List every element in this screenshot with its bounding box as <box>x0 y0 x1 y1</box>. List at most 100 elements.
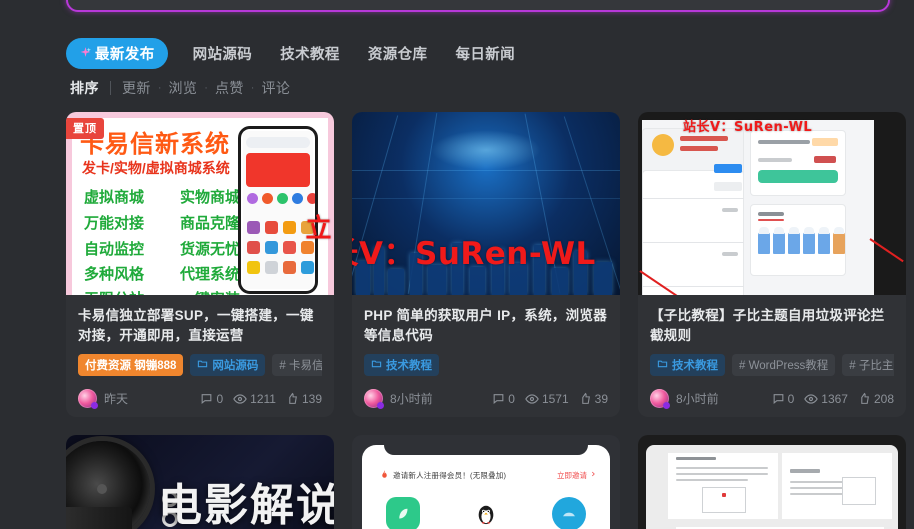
post-card[interactable]: 电影解说 Ren-WL <box>66 435 334 529</box>
sort-dot: · <box>250 82 255 94</box>
tag-category[interactable]: 网站源码 <box>190 354 266 376</box>
author-info[interactable]: 8小时前 <box>650 389 719 409</box>
sort-option-comments[interactable]: 评论 <box>261 78 290 98</box>
post-thumbnail[interactable]: 邀请新人注册得会员！(无限叠加) 立即邀请 <box>352 435 620 529</box>
category-tabs: 最新发布 网站源码 技术教程 资源仓库 每日新闻 <box>66 38 529 69</box>
sort-option-views[interactable]: 浏览 <box>168 78 197 98</box>
thumb-feature: 代理系统 <box>180 266 241 283</box>
tab-source-code[interactable]: 网站源码 <box>179 38 267 69</box>
post-time: 8小时前 <box>390 392 433 406</box>
invite-cta-label: 立即邀请 <box>557 470 587 480</box>
post-title[interactable]: 卡易信独立部署SUP，一键搭建，一键对接，开通即用，直接运营 <box>78 306 322 345</box>
tag-category[interactable]: 技术教程 <box>650 354 725 376</box>
thumb-artwork <box>646 445 898 529</box>
post-time: 8小时前 <box>676 392 719 406</box>
post-card[interactable]: 站长V：SuRen-WL PHP 简单的获取用户 IP，系统，浏览器等信息代码 … <box>352 112 620 417</box>
tag-list: 付费资源 钢镚888 网站源码 # 卡易信S <box>78 354 322 376</box>
tab-latest[interactable]: 最新发布 <box>66 38 168 69</box>
post-card[interactable]: 站长V：SuRen-WL 【子比教程】子比主题自用垃圾评论拦截规则 技术教程 #… <box>638 112 906 417</box>
thumb-feature: 货源无忧 <box>180 241 241 258</box>
thumb-feature: 万能对接 <box>84 215 145 232</box>
page-root: 最新发布 网站源码 技术教程 资源仓库 每日新闻 排序 更新 · 浏览 · 点赞… <box>0 0 914 529</box>
thumbs-up-icon <box>858 392 871 405</box>
like-count-value: 208 <box>873 391 894 406</box>
app-shortcut-list: 客服QQ <box>362 497 610 529</box>
post-body: 卡易信独立部署SUP，一键搭建，一键对接，开通即用，直接运营 付费资源 钢镚88… <box>66 295 334 417</box>
comment-count: 0 <box>772 391 795 406</box>
tab-resource-warehouse[interactable]: 资源仓库 <box>354 38 442 69</box>
post-thumbnail[interactable] <box>638 435 906 529</box>
view-count: 1211 <box>233 392 276 406</box>
avatar <box>650 389 670 409</box>
post-card[interactable]: 邀请新人注册得会员！(无限叠加) 立即邀请 <box>352 435 620 529</box>
avatar <box>78 389 98 409</box>
post-stats: 0 1211 139 <box>200 392 322 406</box>
post-card[interactable] <box>638 435 906 529</box>
comment-count-value: 0 <box>787 391 795 406</box>
author-info[interactable]: 昨天 <box>78 389 128 409</box>
post-thumbnail[interactable]: 电影解说 Ren-WL <box>66 435 334 529</box>
tab-daily-news[interactable]: 每日新闻 <box>441 38 529 69</box>
post-stats: 0 1367 208 <box>772 392 894 406</box>
invite-banner: 邀请新人注册得会员！(无限叠加) 立即邀请 <box>380 469 596 481</box>
tag-list: 技术教程 <box>364 354 608 376</box>
app-shortcut-group[interactable]: 吃瓜群 <box>453 497 519 529</box>
like-count[interactable]: 139 <box>286 392 322 406</box>
invite-text-group: 邀请新人注册得会员！(无限叠加) <box>380 469 506 481</box>
post-title[interactable]: 【子比教程】子比主题自用垃圾评论拦截规则 <box>650 306 894 345</box>
post-card[interactable]: 卡易信新系统 发卡/实物/虚拟商城系统 虚拟商城 实物商城 万能对接 商品克隆 … <box>66 112 334 417</box>
tag-hash[interactable]: # 卡易信S <box>272 354 322 376</box>
tag-category[interactable]: 技术教程 <box>364 354 439 376</box>
post-title[interactable]: PHP 简单的获取用户 IP，系统，浏览器等信息代码 <box>364 306 608 345</box>
chevron-right-icon <box>590 470 596 480</box>
tag-list: 技术教程 # WordPress教程 # 子比主题 <box>650 354 894 376</box>
tab-tech-tutorial[interactable]: 技术教程 <box>266 38 354 69</box>
author-info[interactable]: 8小时前 <box>364 389 433 409</box>
post-stats: 0 1571 39 <box>492 392 608 406</box>
sort-option-likes[interactable]: 点赞 <box>215 78 244 98</box>
tag-paid[interactable]: 付费资源 钢镚888 <box>78 354 184 376</box>
post-thumbnail[interactable]: 卡易信新系统 发卡/实物/虚拟商城系统 虚拟商城 实物商城 万能对接 商品克隆 … <box>66 112 334 295</box>
top-search-panel[interactable] <box>66 0 890 12</box>
thumb-feature: 多种风格 <box>84 266 145 283</box>
sparkle-icon <box>79 46 92 61</box>
post-grid: 卡易信新系统 发卡/实物/虚拟商城系统 虚拟商城 实物商城 万能对接 商品克隆 … <box>66 112 914 529</box>
tag-hash[interactable]: # WordPress教程 <box>732 354 836 376</box>
comment-count-value: 0 <box>216 391 224 406</box>
comment-icon <box>200 392 213 405</box>
leaf-icon <box>386 497 421 529</box>
thumb-side-text: 立 <box>305 214 332 244</box>
post-meta: 8小时前 0 1367 208 <box>650 387 894 409</box>
folder-icon <box>657 358 668 372</box>
fire-icon <box>380 469 389 481</box>
tag-hash[interactable]: # 子比主题 <box>842 354 894 376</box>
thumbs-up-icon <box>286 392 299 405</box>
thumb-feature: 自动监控 <box>84 241 145 258</box>
thumb-watermark: 站长V：SuRen-WL <box>352 236 596 272</box>
tag-category-label: 技术教程 <box>386 360 432 372</box>
post-thumbnail[interactable]: 站长V：SuRen-WL <box>352 112 620 295</box>
invite-text: 邀请新人注册得会员！(无限叠加) <box>393 470 507 480</box>
post-thumbnail[interactable]: 站长V：SuRen-WL <box>638 112 906 295</box>
thumb-feature: 实物商城 <box>180 189 241 206</box>
sort-option-update[interactable]: 更新 <box>122 78 151 98</box>
sort-label: 排序 <box>70 80 99 96</box>
view-count-value: 1367 <box>821 391 848 406</box>
thumb-artwork: 邀请新人注册得会员！(无限叠加) 立即邀请 <box>362 445 610 529</box>
moon-icon <box>551 497 586 529</box>
thumb-artwork <box>642 120 874 295</box>
folder-icon <box>197 358 208 372</box>
penguin-icon <box>468 497 503 529</box>
thumbs-up-icon <box>579 392 592 405</box>
thumb-watermark: 站长V：SuRen-WL <box>683 120 813 135</box>
comment-icon <box>492 392 505 405</box>
app-shortcut-night-mode[interactable]: 夜间模式 <box>536 497 602 529</box>
like-count[interactable]: 39 <box>579 392 608 406</box>
view-count-value: 1571 <box>541 391 569 406</box>
eye-icon <box>525 392 539 406</box>
invite-cta[interactable]: 立即邀请 <box>557 470 596 481</box>
post-body: 【子比教程】子比主题自用垃圾评论拦截规则 技术教程 # WordPress教程 … <box>638 295 906 417</box>
thumb-feature: 一键安装 <box>180 288 240 295</box>
like-count[interactable]: 208 <box>858 392 894 406</box>
app-shortcut-qq[interactable]: 客服QQ <box>370 497 436 529</box>
